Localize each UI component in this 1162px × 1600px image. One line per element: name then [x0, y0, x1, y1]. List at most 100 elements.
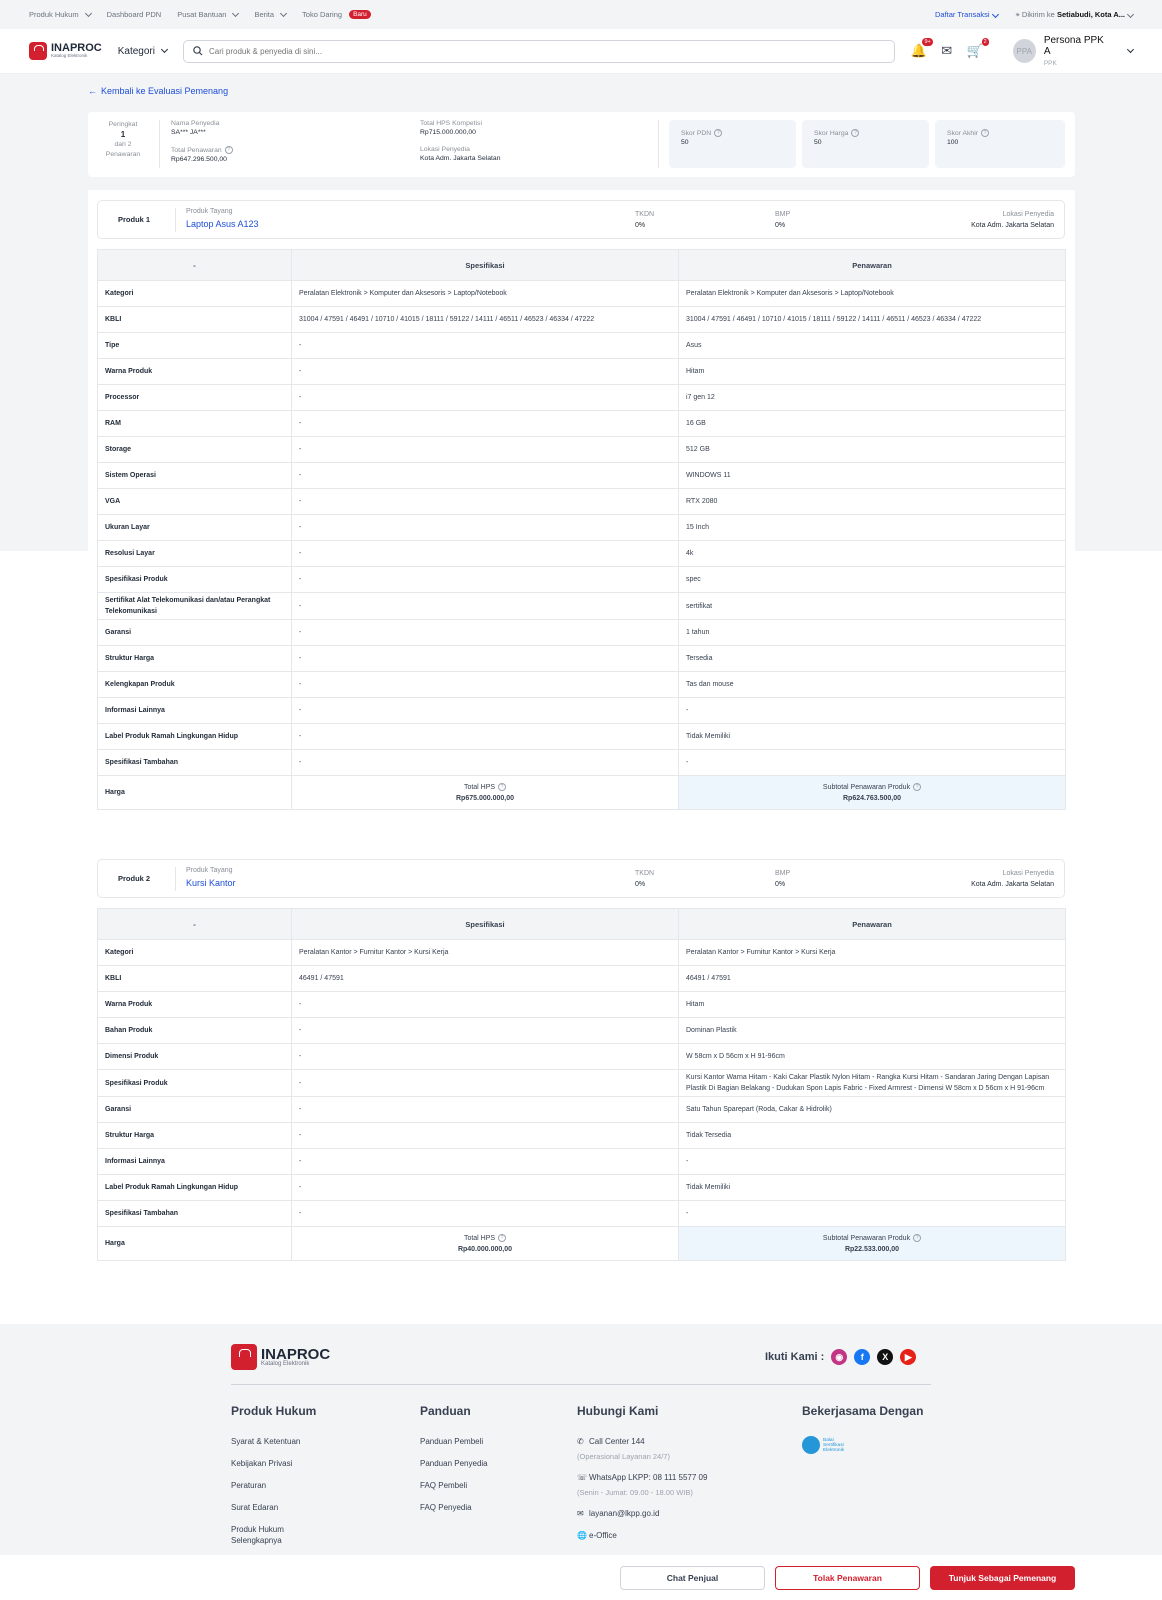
footer-link[interactable]: FAQ Penyedia — [420, 1502, 488, 1513]
table-row: Informasi Lainnya - - — [97, 1148, 1066, 1175]
tunjuk-pemenang-button[interactable]: Tunjuk Sebagai Pemenang — [930, 1566, 1075, 1590]
footer-link[interactable]: FAQ Pembeli — [420, 1480, 488, 1491]
info-icon[interactable]: ? — [980, 129, 989, 137]
info-icon[interactable]: ? — [714, 129, 723, 137]
row-label: Ukuran Layar — [97, 514, 292, 541]
table-row: Garansi -1 tahun — [97, 619, 1066, 646]
mail-icon[interactable]: ✉ — [939, 43, 955, 59]
whatsapp-link[interactable]: ☏ WhatsApp LKPP: 08 111 5577 09 — [577, 1472, 707, 1483]
info-icon[interactable]: ? — [498, 1233, 507, 1242]
email-link[interactable]: ✉ layanan@lkpp.go.id — [577, 1508, 707, 1519]
row-label: Informasi Lainnya — [97, 1148, 292, 1175]
footer-link[interactable]: Surat Edaran — [231, 1502, 316, 1513]
kategori-dropdown[interactable]: Kategori — [118, 46, 169, 57]
x-twitter-icon[interactable]: X — [877, 1349, 894, 1365]
table-row: Informasi Lainnya - - — [97, 697, 1066, 724]
e-office-link[interactable]: 🌐 e-Office — [577, 1530, 707, 1541]
call-center-link[interactable]: ✆ Call Center 144 — [577, 1436, 707, 1447]
spec-value: - — [291, 671, 679, 698]
chat-penjual-button[interactable]: Chat Penjual — [620, 1566, 765, 1590]
row-label: Harga — [97, 775, 292, 810]
product-name-link[interactable]: Laptop Asus A123 — [186, 219, 259, 229]
total-hps-cell: Total HPS? Rp675.000.000,00 — [291, 775, 679, 810]
topbar-dashboard-pdn[interactable]: Dashboard PDN — [107, 10, 162, 19]
divider — [159, 120, 160, 168]
offer-value: Tidak Memiliki — [678, 723, 1066, 750]
row-label: Struktur Harga — [97, 645, 292, 672]
spec-table: - Spesifikasi Penawaran Kategori Peralata… — [97, 249, 1066, 810]
row-label: Processor — [97, 384, 292, 411]
info-icon[interactable]: ? — [851, 129, 860, 137]
row-label: Resolusi Layar — [97, 540, 292, 567]
skor-akhir: Skor Akhir? 100 — [935, 120, 1065, 168]
balai-sertifikasi-logo[interactable]: Balai Sertifikasi Elektronik — [802, 1436, 923, 1454]
info-icon[interactable]: ? — [913, 1233, 922, 1242]
spec-value: - — [291, 723, 679, 750]
skor-pdn: Skor PDN? 50 — [669, 120, 796, 168]
offer-value: Satu Tahun Sparepart (Roda, Cakar & Hidr… — [678, 1096, 1066, 1123]
footer-kerjasama: Bekerjasama Dengan Balai Sertifikasi Ele… — [802, 1404, 924, 1454]
chevron-down-icon — [84, 9, 92, 17]
footer-link[interactable]: Syarat & Ketentuan — [231, 1436, 316, 1447]
bag-icon — [29, 42, 47, 60]
spec-value: 31004 / 47591 / 46491 / 10710 / 41015 / … — [291, 306, 679, 333]
table-row: Tipe - Asus — [97, 332, 1066, 359]
table-row: Label Produk Ramah Lingkungan Hidup - Tida… — [97, 723, 1066, 750]
divider — [658, 120, 659, 168]
info-icon[interactable]: ? — [498, 782, 507, 791]
column-header: Spesifikasi — [291, 908, 679, 940]
table-row: Storage -512 GB — [97, 436, 1066, 463]
table-row: Spesifikasi Produk - Kursi Kantor Warna Hi… — [97, 1069, 1066, 1097]
globe-icon: 🌐 — [577, 1531, 587, 1540]
user-menu[interactable]: PPA Persona PPK A PPK — [1012, 35, 1135, 67]
youtube-icon[interactable]: ▶ — [900, 1349, 917, 1365]
daftar-transaksi-link[interactable]: Daftar Transaksi — [935, 10, 999, 19]
inaproc-logo[interactable]: INAPROC Katalog Elektronik — [29, 42, 102, 60]
row-label: Sertifikat Alat Telekomunikasi dan/atau … — [97, 592, 292, 620]
spec-value: - — [291, 462, 679, 489]
row-label: Warna Produk — [97, 991, 292, 1018]
tolak-penawaran-button[interactable]: Tolak Penawaran — [775, 1566, 920, 1590]
notification-bell-icon[interactable]: 🔔 9+ — [911, 38, 933, 59]
footer-logo[interactable]: INAPROC Katalog Elektronik — [231, 1344, 330, 1370]
footer-link[interactable]: Panduan Penyedia — [420, 1458, 488, 1469]
delivery-location[interactable]: ⌖ Dikirim ke Setiabudi, Kota A... — [1016, 10, 1135, 20]
offer-value: - — [678, 1148, 1066, 1175]
row-label: VGA — [97, 488, 292, 515]
spec-value: - — [291, 1096, 679, 1123]
bmp: BMP 0% — [775, 211, 791, 229]
topbar-toko-daring[interactable]: Toko Daring Baru — [302, 10, 371, 19]
product-header: Produk 2 Produk Tayang Kursi Kantor TKDN… — [97, 859, 1065, 898]
back-link[interactable]: ← Kembali ke Evaluasi Pemenang — [88, 86, 228, 96]
instagram-icon[interactable]: ◉ — [831, 1349, 848, 1365]
topbar-berita[interactable]: Berita — [254, 9, 288, 19]
rank-block: Peringkat 1 dari 2 Penawaran — [98, 120, 148, 160]
table-row: Sertifikat Alat Telekomunikasi dan/atau … — [97, 592, 1066, 620]
info-icon[interactable]: ? — [913, 782, 922, 791]
product-name-link[interactable]: Kursi Kantor — [186, 878, 236, 888]
topbar-pusat-bantuan[interactable]: Pusat Bantuan — [177, 9, 240, 19]
footer-link[interactable]: Peraturan — [231, 1480, 316, 1491]
footer-link[interactable]: Produk Hukum Selengkapnya — [231, 1524, 301, 1546]
row-label: Bahan Produk — [97, 1017, 292, 1044]
table-row: Dimensi Produk - W 58cm x D 56cm x H 91-96… — [97, 1043, 1066, 1070]
info-icon[interactable]: ? — [224, 146, 233, 154]
spec-value: - — [291, 1069, 679, 1097]
row-label: Informasi Lainnya — [97, 697, 292, 724]
table-row: Kategori Peralatan Elektronik > Komputer … — [97, 280, 1066, 307]
row-label: Spesifikasi Tambahan — [97, 749, 292, 776]
row-label: Kategori — [97, 939, 292, 966]
search-input[interactable] — [208, 46, 809, 56]
subtotal-cell: Subtotal Penawaran Produk? Rp22.533.000,0… — [678, 1226, 1066, 1261]
topbar-produk-hukum[interactable]: Produk Hukum — [29, 9, 92, 19]
offer-value: 46491 / 47591 — [678, 965, 1066, 992]
table-row: Label Produk Ramah Lingkungan Hidup - Tida… — [97, 1174, 1066, 1201]
arrow-left-icon: ← — [88, 86, 97, 96]
skor-harga: Skor Harga? 50 — [802, 120, 929, 168]
cart-icon[interactable]: 🛒 2 — [967, 38, 989, 59]
footer-link[interactable]: Kebijakan Privasi — [231, 1458, 316, 1469]
table-row: KBLI 46491 / 47591 46491 / 47591 — [97, 965, 1066, 992]
facebook-icon[interactable]: f — [854, 1349, 871, 1365]
footer-link[interactable]: Panduan Pembeli — [420, 1436, 488, 1447]
lokasi-penyedia: Lokasi Penyedia Kota Adm. Jakarta Selatan — [420, 146, 501, 162]
